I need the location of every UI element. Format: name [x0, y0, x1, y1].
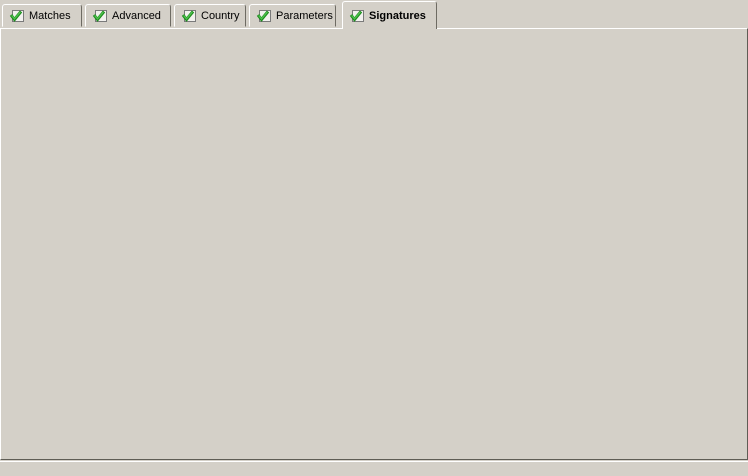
checked-form-icon: [181, 9, 196, 22]
tab-label: Matches: [29, 9, 71, 22]
checked-form-icon: [92, 9, 107, 22]
tab-content-panel: [0, 28, 748, 460]
checked-form-icon: [349, 9, 364, 22]
signatures-dialog: { "tabs": [ {"label": "Matches", "active…: [0, 0, 748, 476]
checked-form-icon: [256, 9, 271, 22]
checked-form-icon: [9, 9, 24, 22]
tab-signatures[interactable]: Signatures: [342, 1, 437, 29]
tab-matches[interactable]: Matches: [2, 4, 82, 27]
tab-label: Parameters: [276, 9, 333, 22]
tab-label: Country: [201, 9, 240, 22]
tab-advanced[interactable]: Advanced: [85, 4, 171, 27]
tab-label: Advanced: [112, 9, 161, 22]
tab-country[interactable]: Country: [174, 4, 246, 27]
tab-parameters[interactable]: Parameters: [249, 4, 336, 27]
tab-bar: Matches Advanced Country Parameters Sign…: [0, 0, 748, 29]
tab-label: Signatures: [369, 9, 426, 22]
bottom-panel: [0, 461, 748, 476]
